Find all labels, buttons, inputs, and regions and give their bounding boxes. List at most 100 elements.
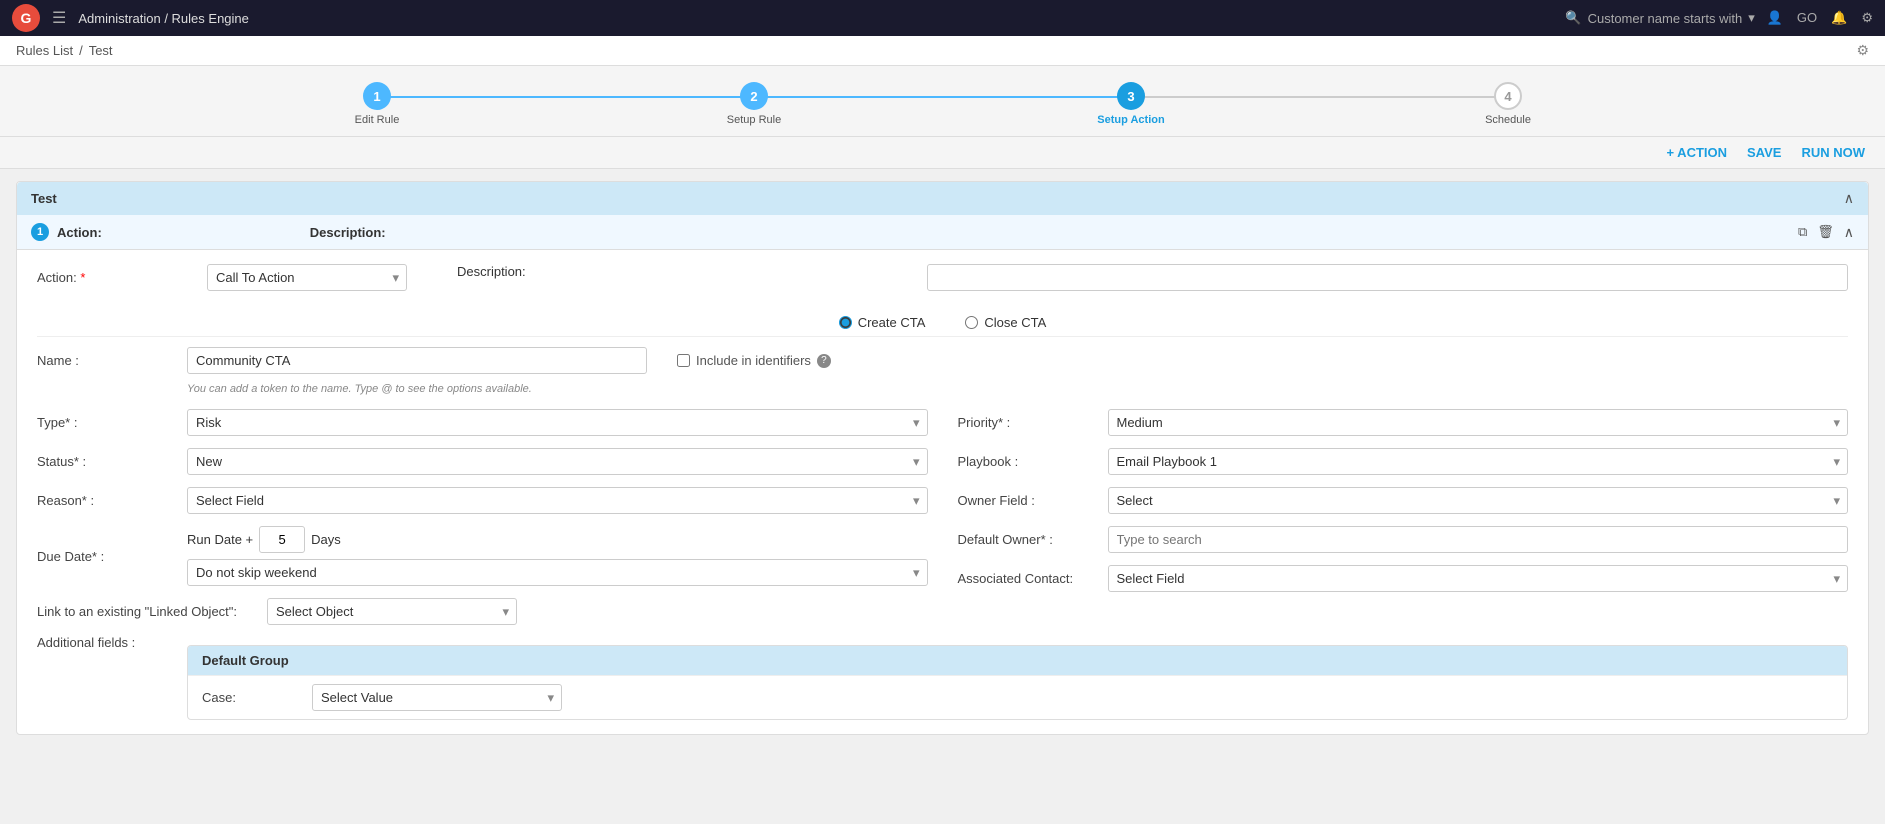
description-input-wrap[interactable] [927,264,1848,291]
wizard-step-schedule[interactable]: 4 Schedule [1320,82,1697,126]
create-cta-radio-input[interactable] [839,316,852,329]
search-area[interactable]: 🔍 Customer name starts with ▾ [1565,10,1754,26]
additional-fields-label: Additional fields : [37,635,177,650]
status-label: Status* : [37,454,177,469]
linked-object-row: Link to an existing "Linked Object": Sel… [37,598,1848,625]
include-identifiers-wrap[interactable]: Include in identifiers ? [677,353,831,368]
case-select-wrap[interactable]: Select Value [312,684,562,711]
wizard-step-setup-rule[interactable]: 2 Setup Rule [566,82,943,126]
rules-list-link[interactable]: Rules List [16,43,73,58]
skip-weekend-wrap[interactable]: Do not skip weekend Skip weekend [187,559,928,586]
wizard-step-setup-action[interactable]: 3 Setup Action [943,82,1320,126]
trash-icon[interactable]: 🗑 [1817,224,1834,241]
linked-object-label: Link to an existing "Linked Object": [37,604,257,619]
wizard-steps: 1 Edit Rule 2 Setup Rule 3 Setup Action … [189,82,1697,126]
step-label-1: Edit Rule [355,114,400,126]
associated-contact-select-wrap[interactable]: Select Field [1108,565,1849,592]
reason-label: Reason* : [37,493,177,508]
include-identifiers-checkbox[interactable] [677,354,690,367]
save-button[interactable]: SAVE [1747,145,1781,160]
priority-select[interactable]: Low Medium High [1108,409,1849,436]
step-label-2: Setup Rule [727,114,781,126]
linked-object-select-wrap[interactable]: Select Object [267,598,517,625]
associated-contact-row: Associated Contact: Select Field [958,565,1849,592]
user-icon[interactable]: 👤 [1767,10,1783,26]
type-select[interactable]: Risk Opportunity Task [187,409,928,436]
two-col-form: Type* : Risk Opportunity Task Status* : [37,409,1848,592]
priority-select-wrap[interactable]: Low Medium High [1108,409,1849,436]
due-date-inline: Run Date + Days [187,526,928,553]
wizard-step-edit-rule[interactable]: 1 Edit Rule [189,82,566,126]
description-input[interactable] [927,264,1848,291]
playbook-select-wrap[interactable]: Email Playbook 1 Email Playbook 2 [1108,448,1849,475]
step-circle-2: 2 [740,82,768,110]
sub-navigation: Rules List / Test ⚙ [0,36,1885,66]
default-owner-label: Default Owner* : [958,532,1098,547]
search-icon: 🔍 [1565,10,1581,26]
section-header: 1 Action: Description: ⧉ 🗑 ∧ [17,215,1868,250]
owner-field-select[interactable]: Select [1108,487,1849,514]
name-hint: You can add a token to the name. Type @ … [187,380,1848,395]
hamburger-menu[interactable]: ☰ [52,8,66,28]
run-date-value-input[interactable] [259,526,305,553]
associated-contact-select[interactable]: Select Field [1108,565,1849,592]
action-row: Action: * Call To Action Send Email Crea… [37,264,1848,291]
step-label-4: Schedule [1485,114,1531,126]
owner-field-row: Owner Field : Select [958,487,1849,514]
type-select-wrap[interactable]: Risk Opportunity Task [187,409,928,436]
due-date-label: Due Date* : [37,549,177,564]
name-row: Name : Include in identifiers ? [37,347,1848,374]
reason-select-wrap[interactable]: Select Field [187,487,928,514]
due-date-row: Due Date* : Run Date + Days Do not skip … [37,526,928,586]
copy-icon[interactable]: ⧉ [1798,224,1807,241]
card-header: Test ∧ [17,182,1868,215]
name-input[interactable] [187,347,647,374]
create-cta-radio[interactable]: Create CTA [839,315,926,330]
name-input-wrap[interactable] [187,347,647,374]
days-label: Days [311,532,341,547]
breadcrumb-separator: / [79,43,83,58]
close-cta-radio[interactable]: Close CTA [965,315,1046,330]
app-logo: G [12,4,40,32]
sub-nav-settings-icon[interactable]: ⚙ [1856,42,1869,59]
settings-icon[interactable]: ⚙ [1861,10,1873,26]
case-label: Case: [202,690,302,705]
priority-row: Priority* : Low Medium High [958,409,1849,436]
case-row: Case: Select Value [188,675,1847,719]
help-icon[interactable]: ? [817,354,831,368]
owner-field-select-wrap[interactable]: Select [1108,487,1849,514]
status-select[interactable]: New Open Closed [187,448,928,475]
skip-weekend-select[interactable]: Do not skip weekend Skip weekend [187,559,928,586]
section-description-title: Description: [310,225,386,240]
action-field-label: Action: * [37,264,197,285]
case-select[interactable]: Select Value [312,684,562,711]
action-select[interactable]: Call To Action Send Email Create Task [207,264,407,291]
section-collapse-icon[interactable]: ∧ [1844,224,1854,241]
add-action-button[interactable]: + ACTION [1666,145,1727,160]
default-owner-input[interactable] [1108,526,1849,553]
section-number: 1 [31,223,49,241]
run-now-button[interactable]: RUN NOW [1801,145,1865,160]
search-label: Customer name starts with [1588,11,1743,26]
default-owner-input-wrap[interactable] [1108,526,1849,553]
section-action-title: Action: [57,225,102,240]
playbook-label: Playbook : [958,454,1098,469]
action-select-wrap[interactable]: Call To Action Send Email Create Task [207,264,407,291]
additional-fields-content: Default Group Case: Select Value [187,635,1848,720]
close-cta-radio-input[interactable] [965,316,978,329]
linked-object-select[interactable]: Select Object [267,598,517,625]
status-select-wrap[interactable]: New Open Closed [187,448,928,475]
section-header-icons: ⧉ 🗑 ∧ [1798,224,1854,241]
left-column: Type* : Risk Opportunity Task Status* : [37,409,928,592]
cta-radio-group: Create CTA Close CTA [37,305,1848,337]
playbook-row: Playbook : Email Playbook 1 Email Playbo… [958,448,1849,475]
go-label[interactable]: GO [1797,10,1817,26]
playbook-select[interactable]: Email Playbook 1 Email Playbook 2 [1108,448,1849,475]
card-title: Test [31,191,57,206]
notification-icon[interactable]: 🔔 [1831,10,1847,26]
top-navigation: G ☰ Administration / Rules Engine 🔍 Cust… [0,0,1885,36]
step-label-3: Setup Action [1097,114,1164,126]
reason-select[interactable]: Select Field [187,487,928,514]
card-collapse-icon[interactable]: ∧ [1844,190,1854,207]
type-label: Type* : [37,415,177,430]
